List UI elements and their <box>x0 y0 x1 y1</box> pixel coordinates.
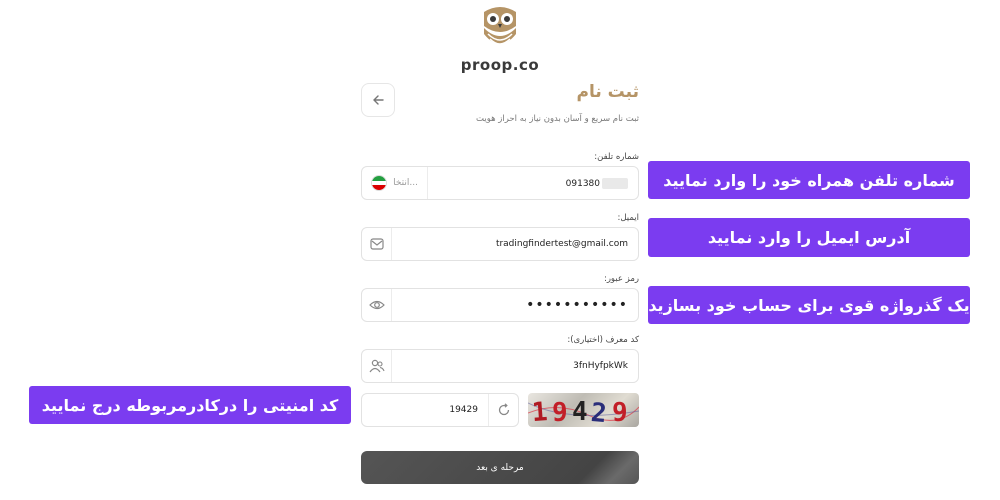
brand-name: proop.co <box>460 56 540 74</box>
email-field[interactable]: tradingfindertest@gmail.com <box>361 227 639 261</box>
referral-label: کد معرف (اختیاری): <box>567 335 639 345</box>
svg-text:1: 1 <box>531 397 549 427</box>
back-button[interactable] <box>361 83 395 117</box>
mail-icon <box>362 228 392 260</box>
captcha-input[interactable]: 19429 <box>362 405 488 415</box>
country-select[interactable]: انتخا... <box>362 167 428 199</box>
phone-label: شماره تلفن: <box>594 152 639 162</box>
email-input[interactable]: tradingfindertest@gmail.com <box>392 239 638 249</box>
callout-phone: شماره تلفن همراه خود را وارد نمایید <box>648 161 970 199</box>
svg-text:2: 2 <box>590 398 608 427</box>
country-placeholder: انتخا... <box>393 178 418 188</box>
owl-logo-icon <box>484 7 516 45</box>
brand-logo: proop.co <box>460 4 540 74</box>
password-input[interactable]: ••••••••••• <box>392 297 638 313</box>
phone-input[interactable]: 091380 <box>428 177 638 189</box>
svg-text:9: 9 <box>612 398 628 427</box>
password-field[interactable]: ••••••••••• <box>361 288 639 322</box>
password-label: رمز عبور: <box>603 274 639 284</box>
email-label: ایمیل: <box>617 213 639 223</box>
callout-email: آدرس ایمیل را وارد نمایید <box>648 218 970 257</box>
signup-page: proop.co ثبت نام ثبت نام سریع و آسان بدو… <box>0 0 1000 500</box>
users-icon <box>362 350 392 382</box>
svg-text:4: 4 <box>572 397 588 427</box>
next-step-button[interactable]: مرحله ی بعد <box>361 451 639 484</box>
referral-field[interactable]: 3fnHyfpkWk <box>361 349 639 383</box>
refresh-icon[interactable] <box>488 394 518 426</box>
svg-text:9: 9 <box>552 398 568 427</box>
phone-field[interactable]: انتخا... 091380 <box>361 166 639 200</box>
arrow-left-icon <box>373 95 384 105</box>
callout-password: یک گذرواژه قوی برای حساب خود بسازید <box>648 286 970 324</box>
page-title: ثبت نام <box>576 82 639 102</box>
captcha-image: 1 9 4 2 9 <box>528 393 639 427</box>
callout-captcha: کد امنیتی را درکادرمربوطه درج نمایید <box>29 386 351 424</box>
page-subtitle: ثبت نام سریع و آسان بدون نیاز به احراز ه… <box>475 114 639 124</box>
redacted-digits <box>602 177 628 189</box>
iran-flag-icon <box>371 175 388 191</box>
captcha-field[interactable]: 19429 <box>361 393 519 427</box>
referral-input[interactable]: 3fnHyfpkWk <box>392 361 638 371</box>
eye-icon[interactable] <box>362 289 392 321</box>
